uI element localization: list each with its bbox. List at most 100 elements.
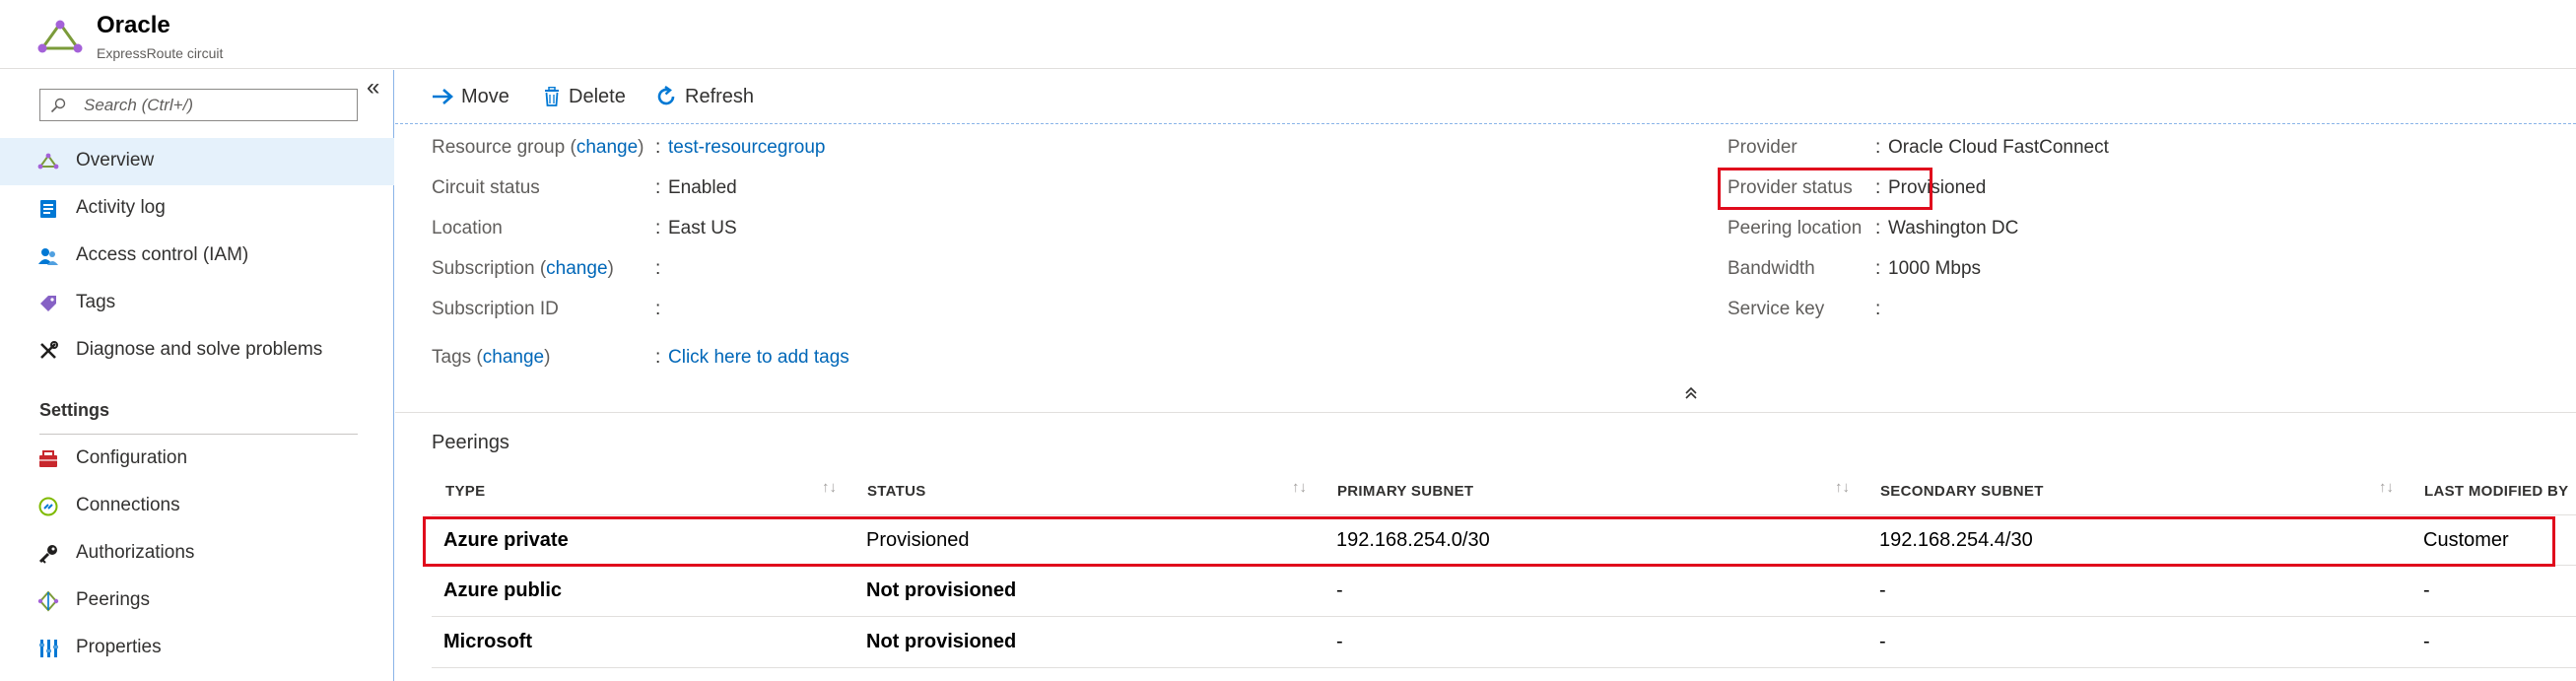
overview-icon: [37, 153, 59, 170]
tag-icon: [40, 296, 56, 311]
section-divider: [39, 434, 358, 435]
sidebar-item-properties[interactable]: Properties: [0, 625, 394, 672]
column-header-secondary-subnet[interactable]: SECONDARY SUBNET: [1880, 483, 2044, 500]
resource-group-label: Resource group (change): [432, 137, 644, 158]
sidebar-item-configuration[interactable]: Configuration: [0, 436, 394, 483]
iam-icon: [38, 248, 58, 265]
trash-icon: [545, 87, 559, 106]
field-colon: :: [655, 177, 661, 198]
field-colon: :: [655, 347, 661, 368]
peering-type[interactable]: Microsoft: [443, 631, 532, 653]
circuit-status-value: Enabled: [668, 177, 737, 198]
tags-change-link[interactable]: change: [483, 347, 544, 368]
last-modified-by: -: [2423, 631, 2430, 652]
sidebar-item-authorizations[interactable]: Authorizations: [0, 530, 394, 578]
expressroute-circuit-icon: [37, 20, 83, 53]
sidebar-item-diagnose[interactable]: Diagnose and solve problems: [0, 327, 394, 375]
settings-section-heading: Settings: [39, 400, 110, 420]
peerings-icon: [37, 590, 59, 612]
column-header-status[interactable]: STATUS: [867, 483, 926, 500]
provider-value: Oracle Cloud FastConnect: [1888, 137, 2109, 158]
collapse-menu-button[interactable]: «: [367, 76, 379, 100]
sidebar-item-label: Connections: [76, 495, 180, 515]
resource-menu: Search (Ctrl+/) « Overview Activity log …: [0, 70, 394, 681]
azure-private-row-highlight: [423, 516, 2555, 567]
field-colon: :: [1875, 299, 1881, 319]
field-colon: :: [655, 218, 661, 238]
collapse-essentials-icon[interactable]: [1682, 384, 1700, 402]
tags-label: Tags (change): [432, 347, 551, 368]
last-modified-by: -: [2423, 579, 2430, 601]
blade-header: Oracle ExpressRoute circuit: [0, 0, 2576, 69]
field-colon: :: [655, 137, 661, 158]
sidebar-item-label: Activity log: [76, 197, 166, 218]
field-colon: :: [1875, 258, 1881, 279]
arrow-right-icon: [433, 89, 453, 104]
sidebar-item-overview[interactable]: Overview: [0, 138, 394, 185]
subscription-label: Subscription (change): [432, 258, 614, 279]
configuration-icon: [39, 450, 57, 467]
sidebar-item-label: Overview: [76, 150, 155, 170]
sidebar-item-connections[interactable]: Connections: [0, 483, 394, 530]
service-key-label: Service key: [1728, 299, 1825, 319]
table-row[interactable]: Microsoft Not provisioned - - -: [432, 617, 2576, 668]
location-value: East US: [668, 218, 737, 238]
resource-group-change-link[interactable]: change: [576, 137, 638, 158]
key-icon: [38, 545, 57, 564]
sidebar-item-label: Authorizations: [76, 542, 195, 563]
essentials-divider: [395, 412, 2576, 413]
sidebar-item-activity-log[interactable]: Activity log: [0, 185, 394, 233]
peering-status: Not provisioned: [866, 579, 1017, 601]
sidebar-item-access-control[interactable]: Access control (IAM): [0, 233, 394, 280]
sidebar-item-label: Tags: [76, 292, 116, 312]
activity-log-icon: [40, 200, 56, 218]
location-label: Location: [432, 218, 503, 238]
provider-status-highlight: [1718, 168, 1932, 210]
sidebar-item-peerings[interactable]: Peerings: [0, 578, 394, 625]
refresh-button[interactable]: Refresh: [655, 82, 754, 111]
page-subtitle: ExpressRoute circuit: [97, 45, 224, 61]
page-title: Oracle: [97, 12, 170, 38]
move-button[interactable]: Move: [432, 82, 509, 111]
sidebar-item-label: Properties: [76, 637, 162, 657]
search-input[interactable]: Search (Ctrl+/): [39, 89, 358, 121]
search-icon: [50, 98, 66, 113]
column-header-last-modified-by[interactable]: LAST MODIFIED BY: [2424, 483, 2568, 500]
column-header-primary-subnet[interactable]: PRIMARY SUBNET: [1337, 483, 1473, 500]
sidebar-item-label: Peerings: [76, 589, 150, 610]
sort-icon[interactable]: ↑↓: [822, 479, 837, 496]
sort-icon[interactable]: ↑↓: [2379, 479, 2394, 496]
field-colon: :: [1875, 218, 1881, 238]
sidebar-item-label: Access control (IAM): [76, 244, 249, 265]
search-placeholder: Search (Ctrl+/): [84, 96, 193, 114]
wrench-icon: [40, 341, 58, 359]
sidebar-item-label: Diagnose and solve problems: [76, 339, 323, 360]
subscription-change-link[interactable]: change: [546, 258, 607, 279]
refresh-label: Refresh: [685, 85, 755, 107]
circuit-status-label: Circuit status: [432, 177, 540, 198]
subscription-id-label: Subscription ID: [432, 299, 559, 319]
peering-type[interactable]: Azure public: [443, 579, 562, 602]
field-colon: :: [1875, 137, 1881, 158]
bandwidth-value: 1000 Mbps: [1888, 258, 1982, 279]
properties-icon: [39, 640, 58, 657]
connections-icon: [38, 497, 58, 516]
delete-label: Delete: [569, 85, 626, 107]
add-tags-link[interactable]: Click here to add tags: [668, 347, 849, 369]
move-label: Move: [461, 85, 509, 107]
peering-location-value: Washington DC: [1888, 218, 2019, 238]
secondary-subnet: -: [1879, 631, 1886, 652]
peerings-heading: Peerings: [432, 432, 509, 453]
column-header-type[interactable]: TYPE: [445, 483, 485, 500]
sidebar-item-tags[interactable]: Tags: [0, 280, 394, 327]
sort-icon[interactable]: ↑↓: [1835, 479, 1850, 496]
peering-status: Not provisioned: [866, 631, 1017, 652]
resource-group-link[interactable]: test-resourcegroup: [668, 137, 825, 159]
sort-icon[interactable]: ↑↓: [1292, 479, 1307, 496]
sidebar-item-label: Configuration: [76, 447, 188, 468]
delete-button[interactable]: Delete: [543, 82, 626, 111]
primary-subnet: -: [1336, 579, 1343, 601]
refresh-icon: [657, 86, 675, 105]
provider-label: Provider: [1728, 137, 1797, 158]
table-row[interactable]: Azure public Not provisioned - - -: [432, 566, 2576, 617]
